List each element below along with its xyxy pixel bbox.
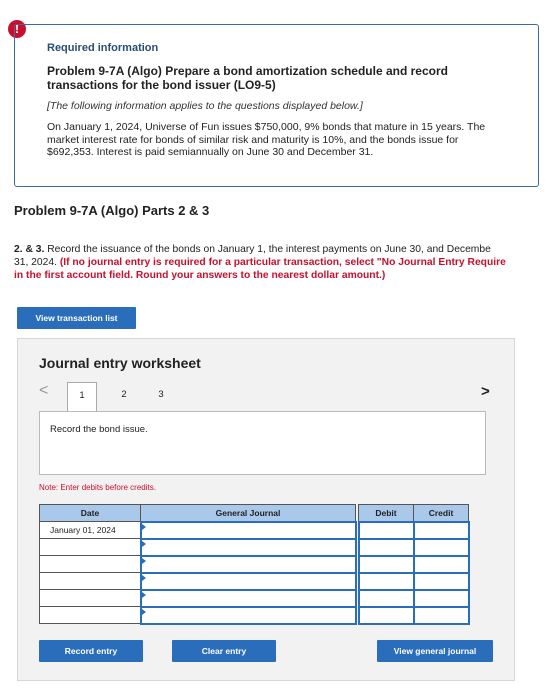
credit-field[interactable] <box>412 554 470 574</box>
instructions-line2: 31, 2024. <box>14 257 60 268</box>
instructions-line3-red: in the first account field. Round your a… <box>14 270 386 281</box>
journal-entry-worksheet: Journal entry worksheet < 1 2 3 > Record… <box>17 338 515 681</box>
record-entry-button[interactable]: Record entry <box>39 640 143 662</box>
instructions-line1: Record the issuance of the bonds on Janu… <box>44 244 491 255</box>
date-cell <box>39 606 141 624</box>
tab-3[interactable]: 3 <box>146 382 176 409</box>
view-general-journal-button[interactable]: View general journal <box>377 640 493 662</box>
required-information-label: Required information <box>47 42 159 54</box>
date-cell <box>39 572 141 590</box>
table-row: January 01, 2024 <box>39 520 470 540</box>
problem-body-text: On January 1, 2024, Universe of Fun issu… <box>47 121 486 158</box>
debit-column-header: Debit <box>358 504 414 522</box>
table-row <box>39 605 470 625</box>
date-cell: January 01, 2024 <box>39 521 141 539</box>
instructions-line2-red: (If no journal entry is required for a p… <box>59 257 506 268</box>
credit-field[interactable] <box>412 520 470 540</box>
date-cell <box>39 589 141 607</box>
debit-field[interactable] <box>357 588 415 608</box>
debit-field[interactable] <box>357 605 415 625</box>
account-field[interactable] <box>139 588 357 608</box>
general-journal-column-header: General Journal <box>140 504 356 522</box>
applies-note: [The following information applies to th… <box>47 100 363 112</box>
credit-field[interactable] <box>412 605 470 625</box>
date-column-header: Date <box>39 504 141 522</box>
chevron-left-icon[interactable]: < <box>39 382 48 400</box>
date-cell <box>39 555 141 573</box>
clear-entry-button[interactable]: Clear entry <box>172 640 276 662</box>
part-title: Problem 9-7A (Algo) Parts 2 & 3 <box>14 203 210 218</box>
credit-field[interactable] <box>412 537 470 557</box>
debits-credits-note: Note: Enter debits before credits. <box>39 483 156 492</box>
account-field[interactable] <box>139 537 357 557</box>
credit-field[interactable] <box>412 588 470 608</box>
debit-field[interactable] <box>357 571 415 591</box>
tab-2[interactable]: 2 <box>109 382 139 409</box>
worksheet-title: Journal entry worksheet <box>39 355 201 371</box>
date-cell <box>39 538 141 556</box>
account-field[interactable] <box>139 605 357 625</box>
table-row <box>39 571 470 591</box>
journal-table-header: Date General Journal Debit Credit <box>39 504 469 522</box>
credit-field[interactable] <box>412 571 470 591</box>
transaction-description-text: Record the bond issue. <box>50 424 148 435</box>
credit-column-header: Credit <box>413 504 469 522</box>
debit-field[interactable] <box>357 554 415 574</box>
debit-field[interactable] <box>357 520 415 540</box>
debit-field[interactable] <box>357 537 415 557</box>
instructions: 2. & 3. Record the issuance of the bonds… <box>14 243 552 282</box>
transaction-description: Record the bond issue. <box>39 411 486 475</box>
view-transaction-list-button[interactable]: View transaction list <box>17 307 136 329</box>
account-field[interactable] <box>139 554 357 574</box>
table-row <box>39 588 470 608</box>
table-row <box>39 554 470 574</box>
instructions-lead: 2. & 3. <box>14 244 45 255</box>
tab-1[interactable]: 1 <box>67 382 97 411</box>
table-row <box>39 537 470 557</box>
chevron-right-icon[interactable]: > <box>481 383 490 400</box>
journal-table: Date General Journal Debit Credit Januar… <box>39 504 470 625</box>
account-field[interactable] <box>139 571 357 591</box>
account-field[interactable] <box>139 520 357 540</box>
required-information-box: Required information Problem 9-7A (Algo)… <box>14 24 539 187</box>
problem-title: Problem 9-7A (Algo) Prepare a bond amort… <box>47 64 448 92</box>
